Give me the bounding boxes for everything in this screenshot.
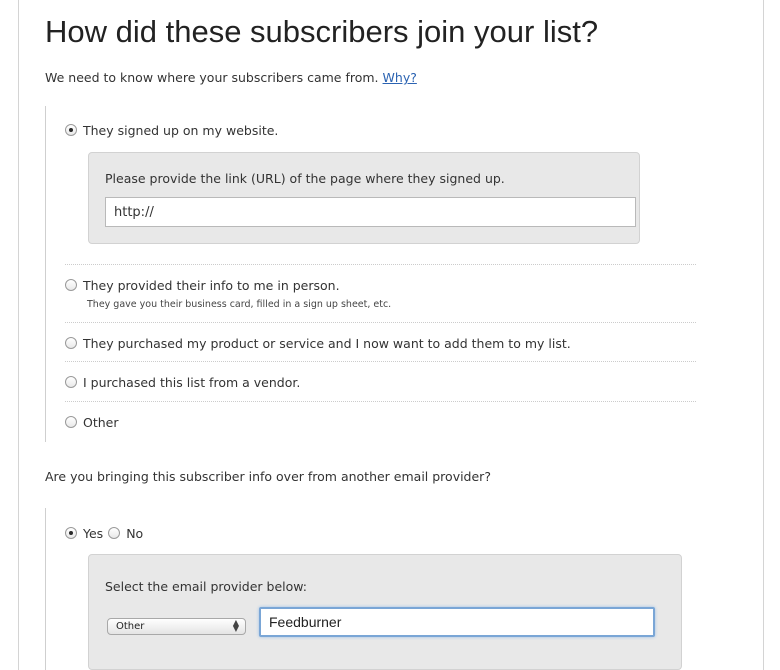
provider-group: Yes No Select the email provider below: … <box>45 508 696 670</box>
option-in-person[interactable]: They provided their info to me in person… <box>65 273 340 297</box>
in-person-hint: They gave you their business card, fille… <box>87 299 392 310</box>
in-person-radio[interactable] <box>65 279 77 291</box>
website-option-label: They signed up on my website. <box>83 122 279 138</box>
other-option-label: Other <box>83 414 119 430</box>
website-radio[interactable] <box>65 124 77 136</box>
no-label: No <box>126 525 144 541</box>
option-vendor[interactable]: I purchased this list from a vendor. <box>65 370 300 394</box>
provider-question: Are you bringing this subscriber info ov… <box>45 469 491 484</box>
divider <box>65 401 696 402</box>
yes-no-row: Yes No <box>65 521 143 545</box>
provider-name-input[interactable] <box>259 607 655 637</box>
url-prompt-label: Please provide the link (URL) of the pag… <box>105 171 505 186</box>
option-website[interactable]: They signed up on my website. <box>65 118 278 142</box>
purchased-product-radio[interactable] <box>65 337 77 349</box>
other-radio[interactable] <box>65 416 77 428</box>
vendor-radio[interactable] <box>65 376 77 388</box>
provider-select-value: Other <box>116 621 145 632</box>
source-options-group: They signed up on my website. Please pro… <box>45 106 696 442</box>
option-other[interactable]: Other <box>65 410 119 434</box>
provider-panel: Select the email provider below: Other ▲… <box>88 554 682 670</box>
website-url-panel: Please provide the link (URL) of the pag… <box>88 152 640 244</box>
intro-text: We need to know where your subscribers c… <box>45 70 379 85</box>
option-purchased-product[interactable]: They purchased my product or service and… <box>65 331 571 355</box>
website-url-input[interactable] <box>105 197 636 227</box>
vendor-option-label: I purchased this list from a vendor. <box>83 374 301 390</box>
provider-select[interactable]: Other ▲ ▼ <box>107 618 246 635</box>
yes-label: Yes <box>83 525 104 541</box>
page-title: How did these subscribers join your list… <box>45 14 599 49</box>
in-person-option-label: They provided their info to me in person… <box>83 277 340 293</box>
select-arrows-icon: ▲ ▼ <box>232 618 239 633</box>
divider <box>65 361 696 362</box>
no-radio[interactable] <box>108 527 121 539</box>
divider <box>65 264 696 265</box>
why-link[interactable]: Why? <box>383 70 417 85</box>
intro-text-block: We need to know where your subscribers c… <box>45 70 417 85</box>
provider-select-label: Select the email provider below: <box>105 579 308 594</box>
purchased-product-option-label: They purchased my product or service and… <box>83 335 571 351</box>
divider <box>65 322 696 323</box>
yes-radio[interactable] <box>65 527 77 539</box>
